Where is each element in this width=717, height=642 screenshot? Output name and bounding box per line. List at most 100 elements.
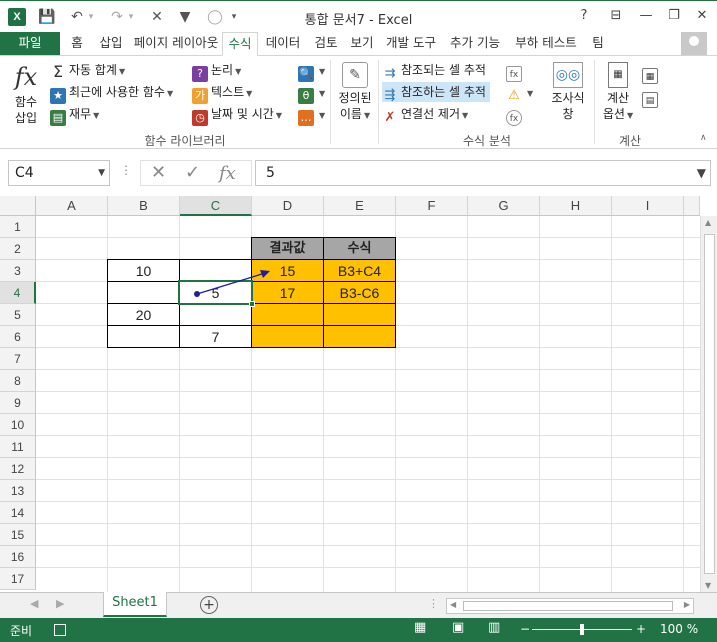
row-header-14[interactable]: 14 [0,502,36,524]
tab-page-layout[interactable]: 페이지 레이아웃 [130,32,222,56]
calculate-sheet-button[interactable]: ▤ [642,86,661,108]
redo-dropdown-icon[interactable]: ▾ [126,7,136,27]
row-header-13[interactable]: 13 [0,480,36,502]
watch-window-button[interactable]: ◎◎ 조사식 창 [546,62,590,122]
horizontal-scrollbar[interactable]: ◀ ▶ [446,598,694,614]
qat-customize-icon[interactable]: ▾ [228,7,240,27]
row-header-15[interactable]: 15 [0,524,36,546]
tab-developer[interactable]: 개발 도구 [380,32,442,56]
worksheet-grid[interactable]: A B C D E F G H I 1 2 3 4 5 6 7 8 9 10 1… [0,196,717,592]
cell-b5[interactable]: 20 [107,303,180,326]
show-formulas-button[interactable]: fx [506,60,525,82]
vertical-scrollbar[interactable]: ▲ ▼ [700,216,717,592]
trace-dependents-button[interactable]: ⇶ 참조하는 셀 추적 [382,82,490,103]
row-header-1[interactable]: 1 [0,216,36,238]
sheet-tab-sheet1[interactable]: Sheet1 [103,592,167,617]
autosum-button[interactable]: Σ 자동 합계 ▼ [50,60,125,80]
calculate-now-button[interactable]: ▦ [642,62,661,84]
row-header-16[interactable]: 16 [0,546,36,568]
tab-data[interactable]: 데이터 [258,32,308,56]
tab-split-handle-icon[interactable]: ⋮ [428,597,439,610]
sheet-nav-prev-icon[interactable]: ◀ [30,597,38,610]
lookup-reference-button[interactable]: 🔍 ▼ [298,60,325,82]
scroll-right-icon[interactable]: ▶ [684,600,690,609]
cell-c6[interactable]: 7 [179,325,252,348]
zoom-in-icon[interactable]: + [636,622,646,636]
cell-d3[interactable]: 15 [251,259,324,282]
row-header-10[interactable]: 10 [0,414,36,436]
cell-d2[interactable]: 결과값 [251,237,324,260]
account-avatar[interactable] [681,32,707,56]
cell-e3[interactable]: B3+C4 [323,259,396,282]
evaluate-formula-button[interactable]: fx [506,104,525,126]
save-icon[interactable]: 💾 [36,7,58,27]
cancel-icon[interactable]: ✕ [151,162,166,183]
help-icon[interactable]: ? [568,5,600,27]
chevron-down-icon[interactable]: ▼ [98,161,105,185]
scroll-up-icon[interactable]: ▲ [705,218,711,227]
row-header-11[interactable]: 11 [0,436,36,458]
macro-record-icon[interactable] [54,624,66,636]
expand-formula-bar-icon[interactable]: ▼ [697,161,706,185]
trace-precedents-button[interactable]: ⇉ 참조되는 셀 추적 [382,60,486,81]
tab-view[interactable]: 보기 [344,32,380,56]
tab-load-test[interactable]: 부하 테스트 [508,32,584,56]
cell-d4[interactable]: 17 [251,281,324,304]
column-header-i[interactable]: I [612,196,684,216]
row-header-3[interactable]: 3 [0,260,36,282]
column-header-a[interactable]: A [36,196,108,216]
column-header-f[interactable]: F [396,196,468,216]
horizontal-scroll-thumb[interactable] [463,601,673,611]
cell-b3[interactable]: 10 [107,259,180,282]
row-header-12[interactable]: 12 [0,458,36,480]
remove-arrows-button[interactable]: ✗ 연결선 제거 ▼ [382,104,469,125]
more-functions-button[interactable]: … ▼ [298,104,325,126]
normal-view-icon[interactable]: ▦ [414,620,426,635]
row-header-17[interactable]: 17 [0,568,36,590]
tab-review[interactable]: 검토 [308,32,344,56]
cell-c3[interactable] [179,259,252,282]
close-button[interactable]: ✕ [686,5,717,27]
ribbon-display-options-icon[interactable]: ⊟ [600,5,632,27]
vertical-scroll-thumb[interactable] [704,234,715,574]
redo-icon[interactable]: ↷ [106,7,128,27]
tab-formulas[interactable]: 수식 [222,32,258,56]
row-header-5[interactable]: 5 [0,304,36,326]
cell-b4[interactable] [107,281,180,304]
text-button[interactable]: 가 텍스트 ▼ [192,82,252,104]
row-header-2[interactable]: 2 [0,238,36,260]
tab-add-ins[interactable]: 추가 기능 [442,32,508,56]
tab-home[interactable]: 홈 [62,32,92,56]
select-all-corner[interactable] [0,196,36,216]
math-trig-button[interactable]: θ ▼ [298,82,325,104]
row-header-6[interactable]: 6 [0,326,36,348]
cell-c5[interactable] [179,303,252,326]
cell-d5[interactable] [251,303,324,326]
column-header-partial[interactable] [684,196,700,216]
add-sheet-button[interactable]: + [200,596,218,614]
calculation-options-button[interactable]: ▦ 계산 옵션 ▼ [598,62,638,124]
zoom-slider-thumb[interactable] [580,624,584,635]
cell-e6[interactable] [323,325,396,348]
clear-icon[interactable]: ✕ [146,7,168,27]
collapse-ribbon-icon[interactable]: ∧ [700,128,707,148]
cell-e5[interactable] [323,303,396,326]
fill-handle[interactable] [249,301,255,307]
cell-e4[interactable]: B3-C6 [323,281,396,304]
enter-icon[interactable]: ✓ [185,162,200,183]
scroll-left-icon[interactable]: ◀ [450,600,456,609]
row-header-7[interactable]: 7 [0,348,36,370]
formula-bar-grip-icon[interactable]: ⋮ [120,163,132,177]
page-layout-view-icon[interactable]: ▣ [452,620,464,635]
column-header-d[interactable]: D [252,196,324,216]
scroll-down-icon[interactable]: ▼ [705,581,711,590]
date-time-button[interactable]: ◷ 날짜 및 시간 ▼ [192,104,282,126]
cell-e2[interactable]: 수식 [323,237,396,260]
cell-b6[interactable] [107,325,180,348]
column-header-c[interactable]: C [180,196,252,216]
filter-icon[interactable]: ▼ [174,7,196,27]
financial-button[interactable]: ▤ 재무 ▼ [50,104,99,126]
tab-file[interactable]: 파일 [0,32,60,56]
name-box[interactable]: C4 ▼ [8,160,110,186]
page-break-view-icon[interactable]: ▥ [488,620,500,635]
